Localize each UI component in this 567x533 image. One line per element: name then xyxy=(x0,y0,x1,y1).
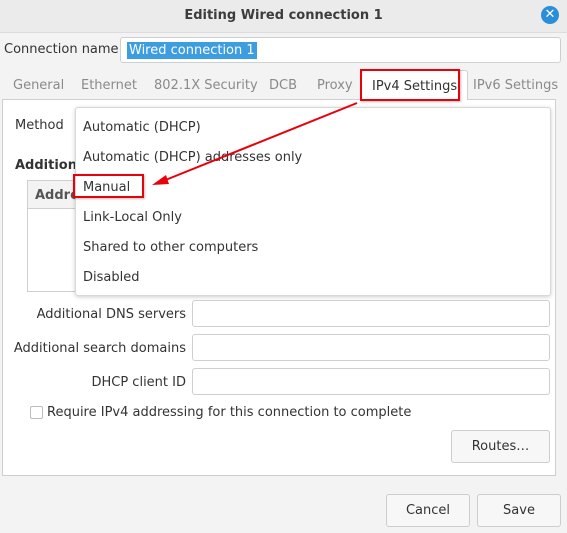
dns-servers-label: Additional DNS servers xyxy=(36,307,186,322)
connection-name-label: Connection name xyxy=(4,42,119,57)
search-domains-input[interactable] xyxy=(192,334,550,361)
search-domains-label: Additional search domains xyxy=(13,341,186,356)
dns-servers-input[interactable] xyxy=(192,300,550,327)
require-ipv4-label[interactable]: Require IPv4 addressing for this connect… xyxy=(47,405,411,420)
routes-button[interactable]: Routes… xyxy=(451,430,550,463)
save-button[interactable]: Save xyxy=(477,494,561,527)
method-option-dhcp-addresses-only[interactable]: Automatic (DHCP) addresses only xyxy=(83,150,302,165)
highlight-box-manual-option xyxy=(73,174,144,198)
method-option-shared[interactable]: Shared to other computers xyxy=(83,240,258,255)
method-option-automatic-dhcp[interactable]: Automatic (DHCP) xyxy=(83,120,201,135)
method-option-disabled[interactable]: Disabled xyxy=(83,270,139,285)
tab-ipv6-settings[interactable]: IPv6 Settings xyxy=(473,78,558,93)
connection-name-input[interactable]: Wired connection 1 xyxy=(120,37,561,63)
method-label: Method xyxy=(15,118,64,133)
tab-ethernet[interactable]: Ethernet xyxy=(81,78,137,93)
tab-802-1x-security[interactable]: 802.1X Security xyxy=(154,78,258,93)
dhcp-client-id-input[interactable] xyxy=(192,368,550,395)
tab-proxy[interactable]: Proxy xyxy=(317,78,353,93)
tab-general[interactable]: General xyxy=(13,78,64,93)
require-ipv4-checkbox[interactable] xyxy=(30,406,43,419)
method-option-link-local-only[interactable]: Link-Local Only xyxy=(83,210,182,225)
cancel-button[interactable]: Cancel xyxy=(386,494,470,527)
close-icon[interactable]: ✕ xyxy=(541,6,559,24)
highlight-box-ipv4-tab xyxy=(360,69,460,101)
tab-dcb[interactable]: DCB xyxy=(269,78,297,93)
dhcp-client-id-label: DHCP client ID xyxy=(91,375,186,390)
method-dropdown-menu[interactable]: Automatic (DHCP) Automatic (DHCP) addres… xyxy=(75,107,551,296)
title-bar: Editing Wired connection 1 ✕ xyxy=(0,0,567,33)
connection-name-value: Wired connection 1 xyxy=(127,42,257,59)
window-title: Editing Wired connection 1 xyxy=(184,8,383,23)
